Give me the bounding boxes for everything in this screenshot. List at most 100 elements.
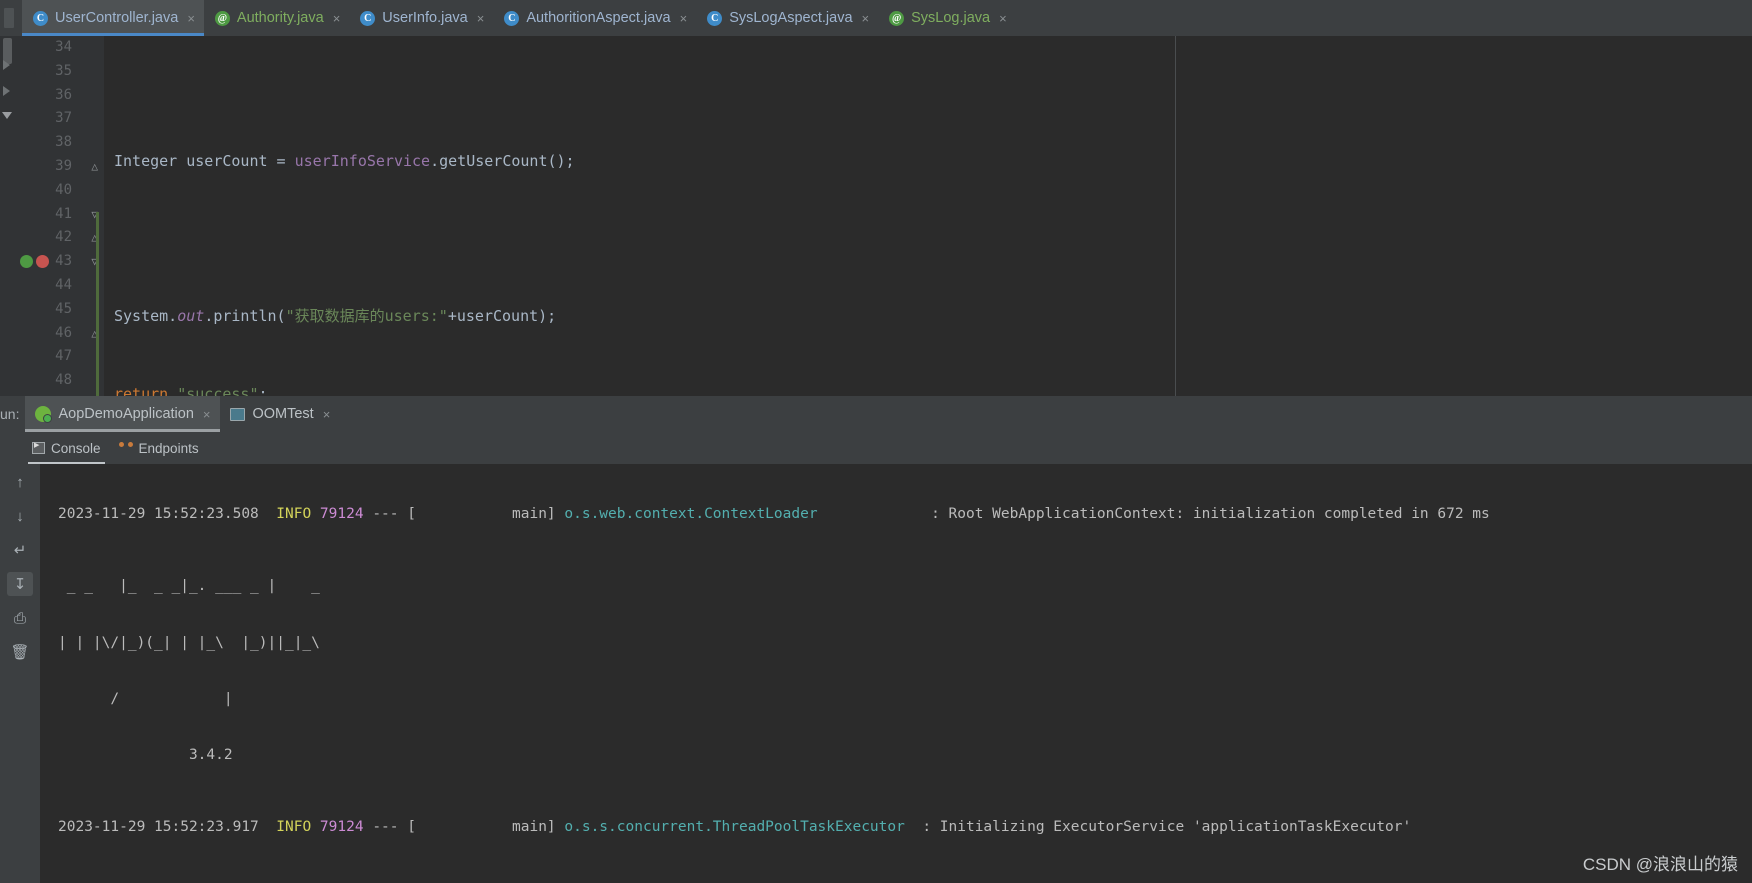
scroll-to-end-button[interactable]: ↧ <box>7 572 33 596</box>
line-number: 47 <box>55 348 72 365</box>
close-icon[interactable]: × <box>185 11 195 26</box>
console-banner-line: _ _ |_ _ _|_. ___ _ | _ <box>58 578 320 595</box>
run-method-gutter-icon[interactable] <box>20 255 33 269</box>
expand-arrow-icon[interactable] <box>3 86 10 96</box>
print-button[interactable]: ⎙ <box>7 606 33 630</box>
tab-bar-gutter <box>0 0 22 36</box>
log-message: : Root WebApplicationContext: initializa… <box>931 506 1490 522</box>
scroll-up-button[interactable]: ↑ <box>7 470 33 494</box>
line-number: 46 <box>55 324 72 341</box>
line-number: 48 <box>55 372 72 389</box>
editor-tab-authority[interactable]: @ Authority.java × <box>204 0 349 36</box>
line-number: 37 <box>55 110 72 127</box>
editor-tab-label: UserInfo.java <box>382 10 468 26</box>
log-pid: 79124 <box>319 506 364 522</box>
editor-tab-label: SysLog.java <box>911 10 991 26</box>
line-number: 39 <box>55 157 72 174</box>
code-line[interactable] <box>104 228 1752 252</box>
console-icon <box>32 441 45 454</box>
editor-structure-bar <box>0 36 18 434</box>
code-line[interactable]: System.out.println("获取数据库的users:"+userCo… <box>104 305 1752 329</box>
close-icon[interactable]: × <box>860 11 870 26</box>
run-sub-tab-bar: Console Endpoints <box>0 432 1752 464</box>
close-icon[interactable]: × <box>331 11 341 26</box>
code-token: "获取数据库的users:" <box>285 307 448 326</box>
breakpoint-gutter-icon[interactable] <box>36 255 49 269</box>
code-token: userInfoService <box>294 151 431 170</box>
java-class-icon: C <box>504 10 520 26</box>
close-icon[interactable]: × <box>201 407 211 422</box>
line-number: 34 <box>55 39 72 55</box>
java-annotation-icon: @ <box>889 10 905 26</box>
close-icon[interactable]: × <box>678 11 688 26</box>
close-icon[interactable]: × <box>997 11 1007 26</box>
line-number: 36 <box>55 86 72 103</box>
log-level: INFO <box>276 506 312 522</box>
code-editor[interactable]: 34 35 36 37 38 39 △ 40 41 ▽ 42 △ 43 ▽ 44… <box>0 36 1752 874</box>
code-token: +userCount); <box>447 307 557 326</box>
console-banner-line: | | |\/|_)(_| | |_\ |_)||_|_\ <box>58 634 320 651</box>
close-icon[interactable]: × <box>475 11 485 26</box>
run-tab-aopdemoapplication[interactable]: AopDemoApplication × <box>25 396 221 432</box>
code-fold-icon[interactable]: △ <box>91 155 98 179</box>
log-logger: o.s.web.context.ContextLoader <box>564 506 818 522</box>
log-pad <box>905 819 914 835</box>
tab-console[interactable]: Console <box>28 432 115 464</box>
tab-endpoints[interactable]: Endpoints <box>115 432 213 464</box>
log-sep: --- <box>372 819 399 836</box>
log-sep: --- <box>372 506 399 522</box>
line-number: 45 <box>55 300 72 317</box>
log-timestamp: 2023-11-29 15:52:23.917 <box>58 819 259 836</box>
editor-code-area[interactable]: Integer userCount = userInfoService.getU… <box>104 36 1752 874</box>
java-class-icon: C <box>360 10 376 26</box>
ide-window: C UserController.java × @ Authority.java… <box>0 0 1752 883</box>
sub-tab-label: Console <box>51 440 101 456</box>
sub-tab-label: Endpoints <box>138 440 199 456</box>
soft-wrap-button[interactable]: ↵ <box>7 538 33 562</box>
editor-gutter[interactable]: 34 35 36 37 38 39 △ 40 41 ▽ 42 △ 43 ▽ 44… <box>18 36 104 434</box>
watermark: CSDN @浪浪山的猿 <box>1582 855 1738 874</box>
code-line[interactable]: Integer userCount = userInfoService.getU… <box>104 150 1752 174</box>
line-number: 38 <box>55 134 72 151</box>
code-token: System. <box>114 307 178 326</box>
code-token: .println( <box>204 307 286 326</box>
log-pad <box>818 506 923 522</box>
console-banner-line: / | <box>58 690 233 707</box>
console-line: 2023-11-29 15:52:23.917 INFO 79124 --- [… <box>40 815 1752 839</box>
line-number: 40 <box>55 181 72 198</box>
code-token: .getUserCount(); <box>430 151 575 170</box>
log-level: INFO <box>276 819 312 836</box>
log-thread: [ main] <box>407 506 556 522</box>
code-line[interactable] <box>104 72 1752 96</box>
editor-tab-syslog[interactable]: @ SysLog.java × <box>878 0 1016 36</box>
run-tab-label: OOMTest <box>252 406 314 422</box>
line-number: 44 <box>55 276 72 293</box>
java-annotation-icon: @ <box>214 10 230 26</box>
line-number: 41 <box>55 205 72 222</box>
collapse-arrow-icon[interactable] <box>2 112 12 119</box>
close-icon[interactable]: × <box>321 407 331 422</box>
log-message: : Initializing ExecutorService 'applicat… <box>922 819 1412 836</box>
line-number: 42 <box>55 229 72 246</box>
changed-lines-marker <box>96 212 99 402</box>
clear-all-button[interactable]: 🗑 <box>7 640 33 664</box>
java-class-icon: C <box>33 10 48 26</box>
code-token: userCount = <box>177 151 295 170</box>
editor-tab-label: UserController.java <box>55 10 179 26</box>
editor-tab-userinfo[interactable]: C UserInfo.java × <box>349 0 493 36</box>
log-pid: 79124 <box>319 819 364 836</box>
run-tab-oomtest[interactable]: OOMTest × <box>220 396 340 432</box>
editor-tab-label: Authority.java <box>236 10 324 26</box>
editor-tab-syslogaspect[interactable]: C SysLogAspect.java × <box>696 0 878 36</box>
run-tool-window-label: un: <box>0 406 20 422</box>
log-timestamp: 2023-11-29 15:52:23.508 <box>58 506 259 522</box>
scroll-down-button[interactable]: ↓ <box>7 504 33 528</box>
expand-arrow-icon[interactable] <box>3 60 10 70</box>
run-config-icon <box>230 407 246 421</box>
endpoints-icon <box>118 441 133 455</box>
line-number: 43 <box>55 253 72 270</box>
editor-tab-usercontroller[interactable]: C UserController.java × <box>22 0 204 36</box>
console-output[interactable]: 2023-11-29 15:52:23.508 INFO 79124 --- [… <box>40 464 1752 883</box>
console-banner-version: 3.4.2 <box>58 747 233 764</box>
editor-tab-authoritionaspect[interactable]: C AuthoritionAspect.java × <box>493 0 696 36</box>
